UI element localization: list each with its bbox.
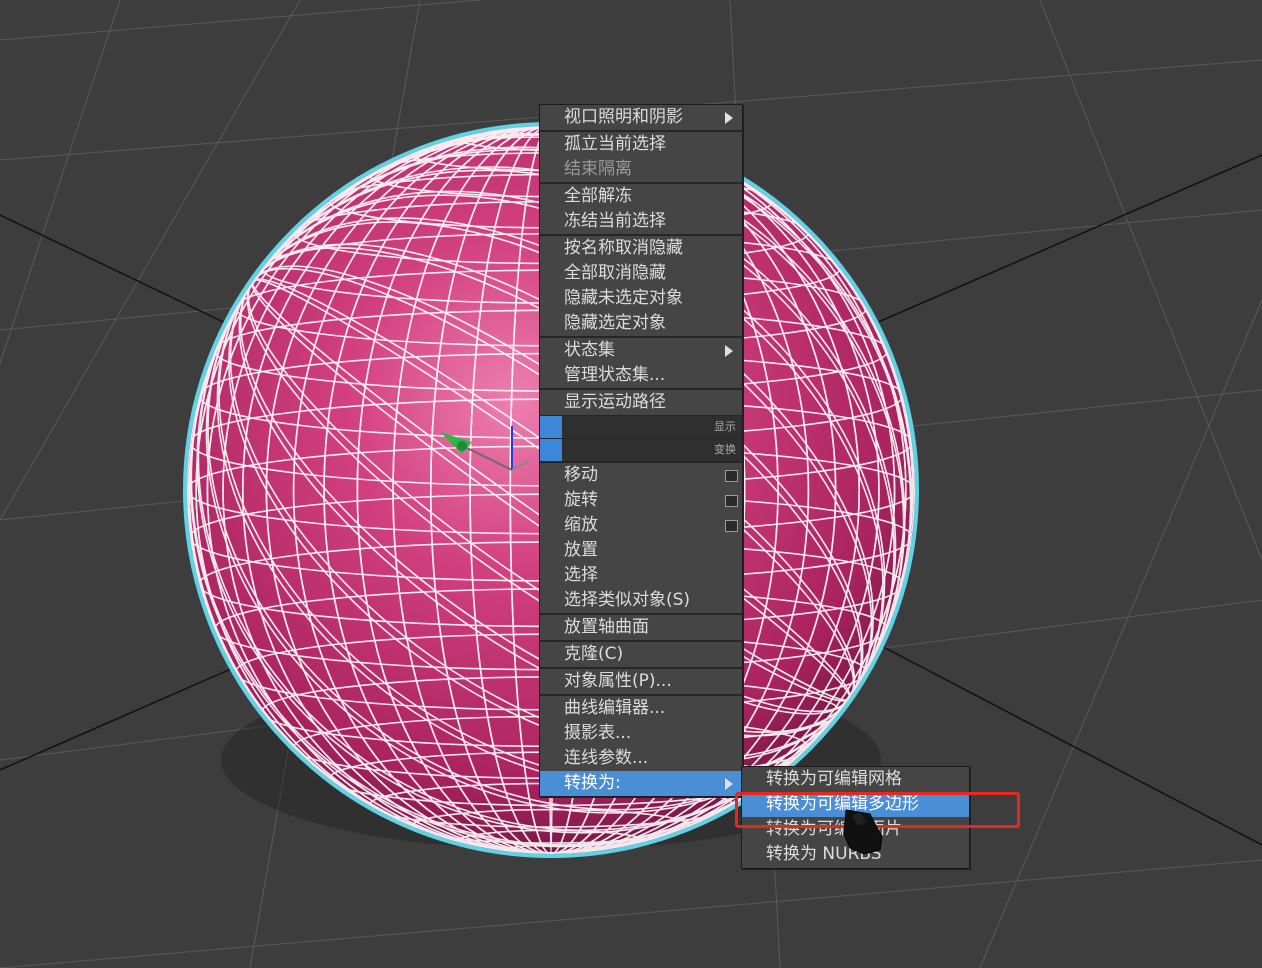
menu-item-label: 全部取消隐藏 <box>564 263 666 283</box>
settings-box-icon[interactable] <box>725 495 738 507</box>
menu-item[interactable]: 放置轴曲面 <box>540 615 742 640</box>
menu-item-label: 缩放 <box>564 515 598 535</box>
menu-item[interactable]: 选择类似对象(S) <box>540 588 742 613</box>
menu-item[interactable]: 摄影表... <box>540 721 742 746</box>
menu-item[interactable]: 显示运动路径 <box>540 390 742 415</box>
menu-item[interactable]: 全部取消隐藏 <box>540 261 742 286</box>
quad-header-label: 显示 <box>714 420 736 433</box>
menu-item[interactable]: 克隆(C) <box>540 642 742 667</box>
submenu-item[interactable]: 转换为可编辑网格 <box>742 767 969 792</box>
settings-box-icon[interactable] <box>725 520 738 532</box>
menu-item-label: 状态集 <box>564 340 615 360</box>
quad-header-display: 显示 <box>540 415 742 438</box>
menu-item-label: 放置 <box>564 540 598 560</box>
menu-item[interactable]: 管理状态集... <box>540 363 742 388</box>
menu-section: 状态集管理状态集... <box>540 336 742 388</box>
menu-item[interactable]: 选择 <box>540 563 742 588</box>
menu-item-label: 选择类似对象(S) <box>564 590 691 610</box>
menu-item-label: 转换为: <box>564 773 621 793</box>
menu-item-label: 移动 <box>564 465 598 485</box>
menu-item-label: 曲线编辑器... <box>564 698 666 718</box>
menu-item[interactable]: 曲线编辑器... <box>540 696 742 721</box>
menu-item[interactable]: 结束隔离 <box>540 157 742 182</box>
menu-item-label: 转换为可编辑网格 <box>766 769 902 789</box>
menu-item-label: 冻结当前选择 <box>564 211 666 231</box>
menu-item[interactable]: 放置 <box>540 538 742 563</box>
quad-header-transform: 变换 <box>540 438 742 461</box>
menu-item-label: 克隆(C) <box>564 644 624 664</box>
menu-item[interactable]: 隐藏选定对象 <box>540 311 742 336</box>
menu-section: 对象属性(P)... <box>540 667 742 694</box>
menu-section: 移动旋转缩放放置选择选择类似对象(S) <box>540 461 742 613</box>
submenu-arrow-icon <box>725 778 733 790</box>
menu-item-label: 摄影表... <box>564 723 632 743</box>
menu-section: 全部解冻冻结当前选择 <box>540 182 742 234</box>
menu-section: 克隆(C) <box>540 640 742 667</box>
menu-item-label: 孤立当前选择 <box>564 134 666 154</box>
menu-item-label: 隐藏选定对象 <box>564 313 666 333</box>
menu-item[interactable]: 连线参数... <box>540 746 742 771</box>
menu-section: 曲线编辑器... 摄影表... 连线参数... 转换为: <box>540 694 742 796</box>
menu-item-label: 全部解冻 <box>564 186 632 206</box>
menu-item[interactable]: 视口照明和阴影 <box>540 105 742 130</box>
menu-section: 视口照明和阴影 <box>540 105 742 130</box>
menu-item[interactable]: 隐藏未选定对象 <box>540 286 742 311</box>
menu-section: 孤立当前选择 结束隔离 <box>540 130 742 182</box>
quad-menu: 视口照明和阴影 孤立当前选择 结束隔离 全部解冻 冻结当前选择 按名称取消隐藏 全部取消隐藏… <box>539 104 743 797</box>
settings-box-icon[interactable] <box>725 470 738 482</box>
menu-item-label: 连线参数... <box>564 748 649 768</box>
menu-item[interactable]: 全部解冻 <box>540 184 742 209</box>
submenu-arrow-icon <box>725 112 733 124</box>
menu-item[interactable]: 缩放 <box>540 513 742 538</box>
menu-item-label: 旋转 <box>564 490 598 510</box>
menu-item-label: 显示运动路径 <box>564 392 666 412</box>
menu-item-label: 放置轴曲面 <box>564 617 649 637</box>
menu-item[interactable]: 孤立当前选择 <box>540 132 742 157</box>
menu-item[interactable]: 按名称取消隐藏 <box>540 236 742 261</box>
menu-item-label: 按名称取消隐藏 <box>564 238 683 258</box>
menu-item[interactable]: 转换为: <box>540 771 742 796</box>
mouse-cursor-icon <box>843 809 883 855</box>
menu-item-label: 结束隔离 <box>564 159 632 179</box>
menu-item[interactable]: 对象属性(P)... <box>540 669 742 694</box>
quad-header-label: 变换 <box>714 443 736 456</box>
quad-color-swatch <box>540 416 562 438</box>
menu-item[interactable]: 状态集 <box>540 338 742 363</box>
quad-color-swatch <box>540 439 562 461</box>
menu-section: 放置轴曲面 <box>540 613 742 640</box>
menu-item[interactable]: 冻结当前选择 <box>540 209 742 234</box>
menu-item-label: 选择 <box>564 565 598 585</box>
submenu-arrow-icon <box>725 345 733 357</box>
menu-item-label: 对象属性(P)... <box>564 671 672 691</box>
menu-item-label: 管理状态集... <box>564 365 666 385</box>
menu-item-label: 隐藏未选定对象 <box>564 288 683 308</box>
menu-item[interactable]: 移动 <box>540 463 742 488</box>
menu-item-label: 视口照明和阴影 <box>564 107 683 127</box>
menu-section: 按名称取消隐藏 全部取消隐藏 隐藏未选定对象 隐藏选定对象 <box>540 234 742 336</box>
menu-item[interactable]: 旋转 <box>540 488 742 513</box>
menu-section: 显示运动路径 <box>540 388 742 415</box>
